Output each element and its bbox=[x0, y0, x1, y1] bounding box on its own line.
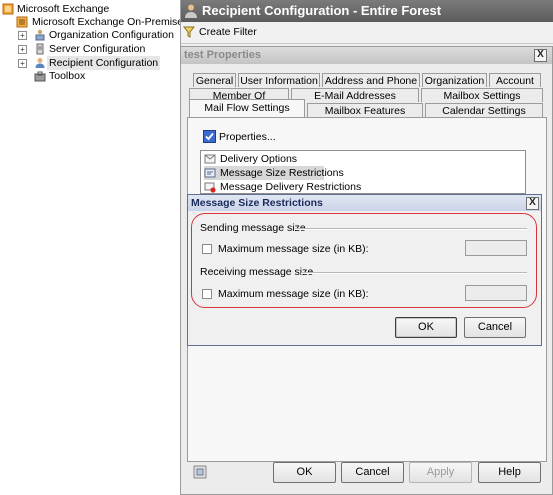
tree-item-label: Toolbox bbox=[49, 70, 86, 82]
message-size-icon bbox=[204, 167, 216, 179]
tab-email-addresses[interactable]: E-Mail Addresses bbox=[291, 88, 419, 102]
recipient-icon bbox=[184, 3, 198, 19]
tab-account[interactable]: Account bbox=[489, 73, 541, 87]
receiving-max-size-checkbox[interactable] bbox=[202, 289, 212, 299]
sending-max-size-label: Maximum message size (in KB): bbox=[218, 243, 369, 255]
help-button[interactable]: Help bbox=[478, 462, 541, 483]
tab-user-information[interactable]: User Information bbox=[238, 73, 320, 87]
recipient-icon bbox=[34, 57, 46, 69]
feature-list[interactable]: Delivery Options Message Size Restrictio… bbox=[200, 150, 526, 194]
msr-ok-button[interactable]: OK bbox=[395, 317, 457, 338]
tab-mailbox-settings[interactable]: Mailbox Settings bbox=[421, 88, 543, 102]
toolbox-icon bbox=[34, 70, 46, 82]
sending-max-size-checkbox[interactable] bbox=[202, 244, 212, 254]
server-icon bbox=[34, 43, 46, 55]
tab-mailbox-features[interactable]: Mailbox Features bbox=[307, 103, 423, 117]
create-filter-label: Create Filter bbox=[199, 26, 257, 38]
close-button[interactable]: X bbox=[526, 197, 539, 210]
filter-icon bbox=[182, 26, 196, 38]
checkmark-icon bbox=[203, 130, 216, 143]
tree-root-label: Microsoft Exchange bbox=[17, 3, 110, 15]
pane-title-bar: Recipient Configuration - Entire Forest bbox=[181, 0, 553, 22]
sending-max-size-input[interactable] bbox=[465, 240, 527, 256]
msr-cancel-button[interactable]: Cancel bbox=[464, 317, 526, 338]
sending-group-label: Sending message size bbox=[200, 222, 306, 234]
list-item-message-size-restrictions[interactable]: Message Size Restrictions bbox=[204, 166, 344, 180]
exchange-icon bbox=[2, 3, 14, 15]
tree-item-label: Recipient Configuration bbox=[47, 56, 161, 70]
help-context-icon[interactable] bbox=[193, 465, 207, 479]
tree-onprem-label: Microsoft Exchange On-Premises (e bbox=[32, 16, 201, 28]
tree-item-label: Server Configuration bbox=[49, 43, 146, 55]
tab-calendar-settings[interactable]: Calendar Settings bbox=[425, 103, 543, 117]
expand-icon[interactable]: + bbox=[18, 45, 27, 54]
delivery-restrictions-icon bbox=[204, 181, 216, 193]
list-item-label: Message Size Restrictions bbox=[220, 167, 344, 179]
receiving-max-size-label: Maximum message size (in KB): bbox=[218, 288, 369, 300]
expand-icon[interactable]: + bbox=[18, 59, 27, 68]
apply-button[interactable]: Apply bbox=[409, 462, 472, 483]
receiving-max-size-input[interactable] bbox=[465, 285, 527, 301]
close-button[interactable]: X bbox=[534, 49, 547, 62]
expand-icon[interactable]: + bbox=[18, 31, 27, 40]
delivery-options-icon bbox=[204, 153, 216, 165]
organization-icon bbox=[34, 29, 46, 41]
tab-mail-flow-settings[interactable]: Mail Flow Settings bbox=[189, 99, 305, 117]
pane-title: Recipient Configuration - Entire Forest bbox=[202, 3, 442, 18]
properties-title: test Properties bbox=[184, 49, 262, 61]
properties-button-label: Properties... bbox=[219, 131, 276, 143]
cancel-button[interactable]: Cancel bbox=[341, 462, 404, 483]
msr-title: Message Size Restrictions bbox=[191, 197, 323, 209]
tab-address-and-phone[interactable]: Address and Phone bbox=[322, 73, 420, 87]
tab-organization[interactable]: Organization bbox=[422, 73, 487, 87]
divider bbox=[295, 228, 527, 230]
tree-item-label: Organization Configuration bbox=[49, 29, 174, 41]
properties-button[interactable]: Properties... bbox=[203, 129, 283, 145]
properties-title-bar: test Properties X bbox=[181, 47, 552, 64]
msr-title-bar: Message Size Restrictions X bbox=[188, 195, 541, 211]
create-filter-button[interactable]: Create Filter bbox=[182, 24, 257, 41]
divider bbox=[301, 272, 527, 274]
tab-general[interactable]: General bbox=[193, 73, 236, 87]
navigation-tree: Microsoft Exchange Microsoft Exchange On… bbox=[0, 0, 201, 495]
receiving-group-label: Receiving message size bbox=[200, 266, 314, 278]
list-item-label: Message Delivery Restrictions bbox=[220, 181, 362, 193]
ok-button[interactable]: OK bbox=[273, 462, 336, 483]
list-item-label: Delivery Options bbox=[220, 153, 298, 165]
toolbar: Create Filter bbox=[181, 22, 553, 44]
exchange-server-icon bbox=[16, 16, 28, 28]
